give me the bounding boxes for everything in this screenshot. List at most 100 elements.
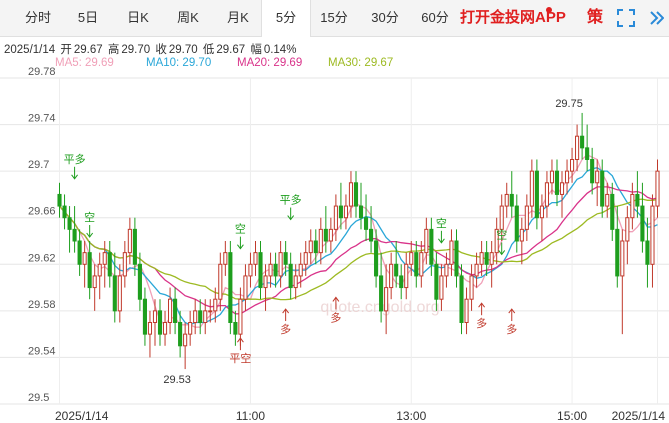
candle [394, 241, 399, 288]
more-menu-icon[interactable] [648, 9, 664, 27]
candle [208, 299, 213, 323]
fullscreen-icon[interactable] [617, 9, 635, 27]
candle [168, 287, 173, 335]
info-open: 29.67 [73, 44, 103, 56]
candle-body [514, 205, 519, 242]
candle-body [419, 252, 424, 277]
candle [107, 241, 112, 288]
candle [454, 229, 459, 288]
candle-body [444, 263, 449, 277]
signal-arrow-head [478, 302, 486, 308]
candle [248, 252, 253, 288]
tab-7[interactable]: 15分 [310, 0, 358, 36]
candle [559, 171, 565, 218]
candle [414, 241, 419, 288]
tab-8[interactable]: 30分 [361, 0, 409, 36]
candle [188, 310, 193, 346]
candle [379, 252, 384, 323]
tab-2[interactable]: 5日 [66, 0, 110, 36]
tab-5[interactable]: 月K [216, 0, 260, 36]
y-tick-label: 29.74 [28, 113, 56, 125]
candle [575, 124, 580, 172]
info-low-label: 低 [202, 44, 215, 56]
candle-body [534, 170, 539, 219]
candle [630, 182, 635, 230]
tab-4[interactable]: 周K [166, 0, 210, 36]
candle [157, 299, 163, 346]
candle [233, 310, 238, 346]
tab-6[interactable]: 5分 [261, 0, 311, 37]
candle [529, 159, 534, 218]
candle [590, 147, 595, 195]
candle-body [429, 228, 434, 265]
candle-body [213, 298, 218, 312]
candle [318, 217, 323, 265]
candle-body [233, 322, 238, 335]
candle-body [630, 193, 635, 219]
candle [363, 194, 369, 241]
candle [459, 264, 464, 335]
signal-arrow-head [86, 232, 94, 238]
candle-body [178, 322, 183, 347]
candle-body [303, 252, 308, 265]
candle-body [278, 252, 283, 277]
candle [605, 182, 610, 218]
candle-body [559, 182, 565, 195]
candle [585, 124, 590, 172]
candle [399, 264, 404, 300]
candle [293, 264, 298, 300]
candle-body [484, 252, 489, 265]
candle-body [258, 252, 263, 289]
candle-body [424, 228, 429, 254]
candle-body [117, 275, 122, 312]
candle-body [509, 193, 514, 207]
strategy-button[interactable]: 策 [587, 0, 603, 36]
candle [142, 287, 147, 346]
candle-body [198, 310, 203, 324]
candle [464, 287, 469, 335]
candle-body [298, 263, 303, 277]
candle [82, 241, 87, 288]
candle [62, 194, 67, 230]
candle [358, 182, 364, 230]
candle-body [650, 205, 655, 265]
candle-body [389, 263, 394, 289]
tab-9[interactable]: 60分 [411, 0, 459, 36]
candle-body [479, 252, 484, 265]
candle [97, 252, 102, 300]
tab-3[interactable]: 日K [116, 0, 160, 36]
candle [389, 252, 394, 300]
signal-arrow-head [438, 238, 445, 244]
candle [258, 241, 263, 300]
candle [564, 159, 570, 195]
candle [183, 322, 188, 370]
signal-arrow-head [508, 308, 516, 314]
x-tick-label: 2025/1/14 [612, 409, 666, 423]
candle [87, 241, 92, 300]
candle-body [67, 217, 72, 230]
candle [439, 264, 444, 311]
candle [162, 310, 168, 346]
signal-arrow-head [237, 337, 244, 343]
candle [178, 310, 183, 358]
candle [620, 229, 625, 335]
candle [67, 206, 72, 253]
candle-body [434, 263, 439, 300]
signal-label: 多 [280, 322, 291, 336]
candle-body [464, 298, 469, 324]
candle [323, 206, 328, 253]
candle [625, 206, 630, 265]
tab-1[interactable]: 分时 [16, 0, 60, 36]
candle [223, 241, 228, 276]
ma5-line [59, 154, 658, 328]
candle-body [193, 310, 198, 324]
candle [554, 159, 560, 207]
candle [484, 241, 489, 276]
candle-body [87, 252, 92, 289]
candle [449, 229, 454, 276]
open-app-link[interactable]: 打开金投网APP [460, 0, 566, 36]
candle-body [147, 322, 153, 335]
candle [173, 287, 178, 335]
candle-body [353, 182, 359, 207]
signal-label: 平空 [229, 351, 251, 365]
